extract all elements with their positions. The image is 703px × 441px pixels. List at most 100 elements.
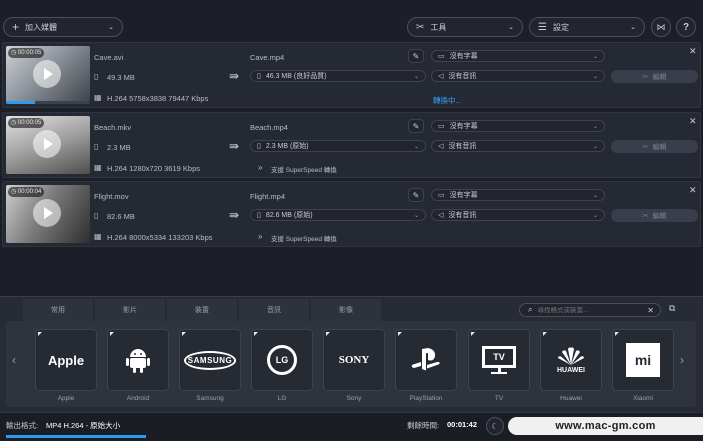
source-file-name: Cave.avi [94,53,124,62]
edit-button[interactable]: ✂ 編輯 [611,209,698,222]
remove-file-icon[interactable]: ✕ [689,185,697,196]
file-icon: ▯ [257,143,261,150]
xiaomi-logo: mi [626,343,660,377]
edit-name-button[interactable]: ✎ [408,49,424,63]
huawei-logo: HUAWEI [557,366,585,374]
video-info-icon: ▦ [94,232,102,241]
audio-text: 沒有音訊 [448,73,477,80]
share-button[interactable]: ⋈ [651,17,671,37]
play-icon[interactable] [33,60,61,88]
device-android[interactable] [107,329,169,391]
device-huawei[interactable]: HUAWEI [540,329,602,391]
source-file-name: Flight.mov [94,192,129,201]
play-icon[interactable] [33,130,61,158]
duration-badge: ◷ 00:00:05 [8,118,45,128]
conversion-progress-track [6,101,90,104]
help-button[interactable]: ? [676,17,696,37]
video-info-icon: ▦ [94,163,102,172]
settings-dropdown[interactable]: ☰ 設定 ⌄ [529,17,645,37]
output-file-name: Cave.mp4 [250,53,285,62]
edit-name-button[interactable]: ✎ [408,188,424,202]
output-format-value[interactable]: MP4 H.264 - 原始大小 [46,420,120,431]
duration-text: 00:00:04 [17,189,42,195]
tab-devices[interactable]: 裝置 [167,299,237,321]
tab-popular[interactable]: 常用 [23,299,93,321]
chevron-left-icon[interactable]: ‹ [12,353,16,367]
device-tv[interactable]: TV [468,329,530,391]
edit-button[interactable]: ✂ 編輯 [611,70,698,83]
edit-label: 編輯 [652,212,667,220]
tools-dropdown[interactable]: ✂ 工具 ⌄ [407,17,523,37]
edit-name-button[interactable]: ✎ [408,119,424,133]
scissors-icon: ✂ [642,73,649,81]
share-icon: ⋈ [656,21,666,32]
hardware-acceleration-icon: ☾ [491,421,499,431]
audio-select[interactable]: ◁ 沒有音訊 ⌄ [431,70,605,82]
tools-label: 工具 [430,22,447,32]
source-video-info: H.264 8000x5334 133203 Kbps [107,233,213,242]
clear-search-icon[interactable]: ✕ [647,306,654,315]
audio-select[interactable]: ◁ 沒有音訊 ⌄ [431,209,605,221]
video-thumbnail[interactable]: ◷ 00:00:05 [6,46,90,104]
device-xiaomi[interactable]: mi [612,329,674,391]
sony-logo: SONY [338,354,370,366]
device-lg[interactable]: LG [251,329,313,391]
audio-select[interactable]: ◁ 沒有音訊 ⌄ [431,140,605,152]
play-icon[interactable] [33,199,61,227]
conversion-progress-fill [6,101,36,104]
output-size-text: 46.3 MB (良好品質) [265,73,327,80]
remove-file-icon[interactable]: ✕ [689,116,697,127]
subtitle-select[interactable]: ▭ 沒有字幕 ⌄ [431,120,605,132]
chevron-down-icon: ⌄ [592,123,598,130]
device-label: PlayStation [409,395,443,402]
output-size-select[interactable]: ▯ 82.6 MB (原始) ⌄ [250,209,426,221]
device-label: Xiaomi [633,395,653,402]
superspeed-icon: » [258,232,263,241]
chevron-right-icon[interactable]: › [680,353,684,367]
scissors-icon: ✂ [642,143,649,151]
file-row: ◷ 00:00:04 Flight.mov ▯ 82.6 MB ▦ H.264 … [2,181,701,247]
chevron-down-icon: ⌄ [592,73,598,80]
device-sony[interactable]: SONY [323,329,385,391]
speed-toggle-button[interactable]: ☾ [486,417,504,435]
subtitle-icon: ▭ [438,53,445,60]
tile-corner-mark [471,332,475,336]
device-samsung[interactable]: SAMSUNG [179,329,241,391]
remove-file-icon[interactable]: ✕ [689,46,697,57]
android-icon [126,349,150,373]
output-size-select[interactable]: ▯ 46.3 MB (良好品質) ⌄ [250,70,426,82]
tv-icon: TV [482,346,516,374]
tab-images[interactable]: 影像 [311,299,381,321]
tab-video[interactable]: 影片 [95,299,165,321]
format-panel: 常用 影片 裝置 音訊 影像 ⌕ ✕ ⧉ ‹ Apple Apple [0,296,703,413]
edit-button[interactable]: ✂ 編輯 [611,140,698,153]
file-icon: ▯ [257,73,261,80]
custom-format-icon[interactable]: ⧉ [669,303,675,314]
device-apple[interactable]: Apple [35,329,97,391]
clock-icon: ◷ [11,120,17,126]
output-size-select[interactable]: ▯ 2.3 MB (原始) ⌄ [250,140,426,152]
device-list: ‹ Apple Apple Android SAMSUNG Samsung LG… [6,321,696,407]
file-icon: ▯ [94,211,99,220]
device-playstation[interactable] [395,329,457,391]
device-label: Huawei [560,395,582,402]
tab-audio[interactable]: 音訊 [239,299,309,321]
source-file-size: 2.3 MB [107,143,131,152]
format-search[interactable]: ⌕ ✕ [519,303,661,317]
output-file-name: Beach.mp4 [250,123,288,132]
scissors-icon: ✂ [642,212,649,220]
video-thumbnail[interactable]: ◷ 00:00:05 [6,116,90,174]
file-row: ◷ 00:00:05 Beach.mkv ▯ 2.3 MB ▦ H.264 12… [2,112,701,178]
speaker-icon: ◁ [438,143,444,150]
subtitle-select[interactable]: ▭ 沒有字幕 ⌄ [431,50,605,62]
file-list-empty-area [0,250,703,296]
superspeed-status: 支援 SuperSpeed 轉換 [271,236,337,243]
subtitle-text: 沒有字幕 [449,192,478,199]
chevron-down-icon: ⌄ [413,143,419,150]
add-media-button[interactable]: + 加入媒體 ⌄ [3,17,123,37]
format-search-input[interactable] [537,306,638,314]
subtitle-select[interactable]: ▭ 沒有字幕 ⌄ [431,189,605,201]
clock-icon: ◷ [11,50,17,56]
clock-icon: ◷ [11,189,17,195]
video-thumbnail[interactable]: ◷ 00:00:04 [6,185,90,243]
